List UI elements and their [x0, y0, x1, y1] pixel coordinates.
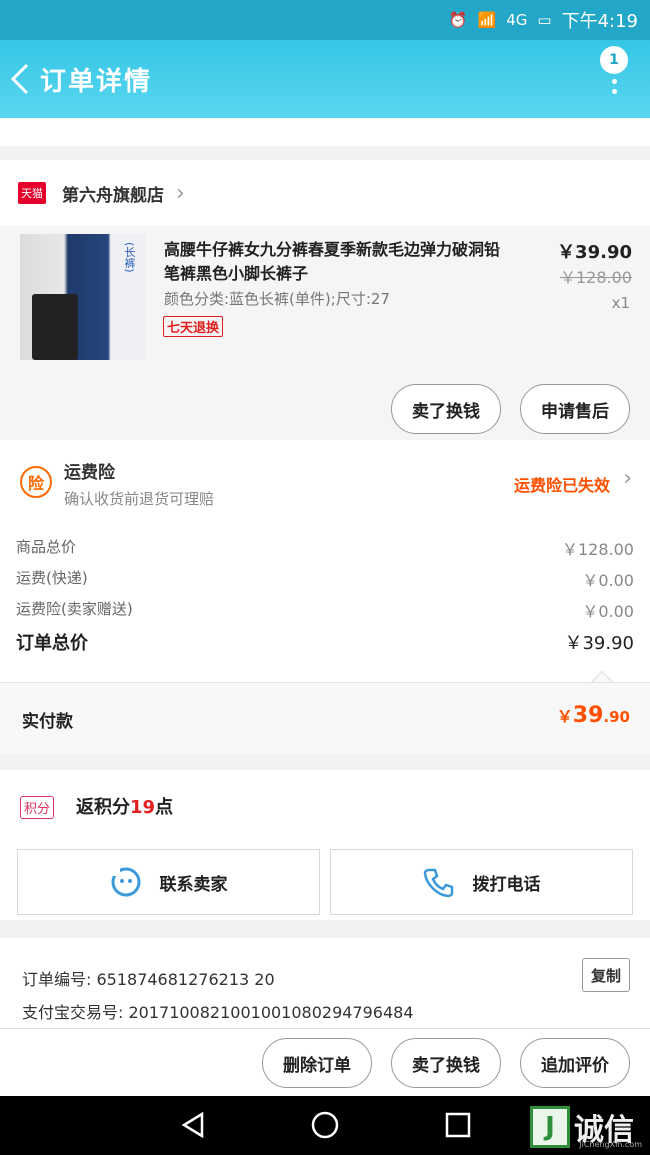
alipay-trade-number: 支付宝交易号: 2017100821001001080294796484: [22, 1003, 414, 1022]
page-title: 订单详情: [40, 66, 153, 97]
cost-value: ￥0.00: [582, 602, 634, 621]
points-value: 19: [130, 797, 156, 818]
order-total-value: ￥39.90: [564, 633, 634, 654]
more-dot-icon: [611, 79, 617, 84]
wifi-icon: 📶: [477, 11, 497, 29]
chevron-right-icon: ›: [176, 180, 185, 206]
insurance-icon: 险: [20, 466, 52, 498]
bag-shape: [32, 294, 78, 360]
cost-value: ￥128.00: [562, 540, 634, 559]
paid-currency: ￥: [556, 707, 573, 726]
paid-decimal: .90: [603, 708, 630, 726]
delete-order-button[interactable]: 删除订单: [262, 1038, 372, 1088]
copy-button[interactable]: 复制: [582, 958, 630, 992]
insurance-title: 运费险: [64, 463, 115, 483]
product-sku: 颜色分类:蓝色长裤(单件);尺寸:27: [164, 290, 390, 308]
chevron-right-icon: ›: [623, 466, 632, 491]
points-icon: 积分: [20, 796, 55, 819]
call-phone-button[interactable]: 拨打电话: [330, 849, 633, 915]
alarm-icon: ⏰: [448, 11, 468, 29]
phone-icon: [423, 866, 455, 898]
notification-badge: 1: [600, 46, 628, 74]
square-recents-icon: [445, 1112, 471, 1138]
order-number: 订单编号: 651874681276213 20: [22, 970, 275, 989]
price-original: ￥128.00: [560, 268, 632, 287]
store-row[interactable]: 天猫 第六舟旗舰店 ›: [0, 160, 650, 226]
nav-recents-button[interactable]: [443, 1110, 473, 1144]
after-sales-button[interactable]: 申请售后: [520, 384, 630, 434]
cost-label: 运费(快递): [16, 569, 88, 587]
nav-home-button[interactable]: [310, 1110, 340, 1144]
order-info-section: 订单编号: 651874681276213 20 支付宝交易号: 2017100…: [0, 938, 650, 1028]
insurance-subtitle: 确认收货前退货可理赔: [64, 490, 215, 508]
cost-row: 商品总价 ￥128.00: [0, 536, 650, 567]
cost-value: ￥0.00: [582, 571, 634, 590]
order-total-row: 订单总价 ￥39.90: [0, 629, 650, 667]
paid-integer: 39: [572, 703, 604, 728]
battery-icon: ▭: [537, 11, 552, 29]
product-image-tag: (长裤): [123, 242, 136, 273]
cost-row: 运费(快递) ￥0.00: [0, 567, 650, 598]
top-strip: [0, 118, 650, 146]
network-label: 4G: [506, 11, 528, 29]
tmall-logo: 天猫: [18, 182, 46, 204]
paid-value: ￥39.90: [557, 703, 630, 728]
add-review-button[interactable]: 追加评价: [520, 1038, 630, 1088]
watermark-logo: J: [530, 1106, 570, 1148]
more-dot-icon: [611, 89, 617, 94]
contact-seller-label: 联系卖家: [159, 874, 228, 895]
return-policy-tag: 七天退换: [163, 316, 224, 337]
circle-home-icon: [311, 1111, 339, 1139]
cost-summary: 商品总价 ￥128.00 运费(快递) ￥0.00 运费险(卖家赠送) ￥0.0…: [0, 522, 650, 694]
product-image[interactable]: (长裤): [20, 234, 146, 360]
cost-label: 运费险(卖家赠送): [16, 600, 133, 618]
more-menu-button[interactable]: 1: [598, 46, 630, 112]
store-name: 第六舟旗舰店: [62, 185, 164, 206]
paid-label: 实付款: [22, 712, 73, 732]
insurance-status: 运费险已失效: [513, 476, 610, 495]
freight-insurance-row[interactable]: 险 运费险 确认收货前退货可理赔 运费险已失效 ›: [0, 440, 650, 522]
watermark-subtext: JiChengXin.com: [579, 1140, 642, 1149]
triangle-back-icon: [181, 1111, 204, 1139]
product-title: 高腰牛仔裤女九分裤春夏季新款毛边弹力破洞铅笔裤黑色小脚长裤子: [164, 240, 501, 283]
back-button[interactable]: [0, 40, 40, 118]
cost-label: 商品总价: [16, 538, 77, 556]
header: 订单详情 1: [0, 40, 650, 118]
order-total-label: 订单总价: [16, 633, 88, 654]
chevron-left-icon: [10, 63, 29, 95]
points-text: 返积分19点: [76, 793, 173, 819]
price-current: ￥39.90: [557, 242, 632, 263]
points-section: 积分 返积分19点 联系卖家 拨打电话: [0, 770, 650, 920]
sell-exchange-button[interactable]: 卖了换钱: [391, 1038, 501, 1088]
points-prefix: 返积分: [76, 797, 130, 818]
status-bar: ⏰ 📶 4G ▭ 下午4:19: [0, 0, 650, 40]
contact-seller-button[interactable]: 联系卖家: [17, 849, 320, 915]
bottom-action-bar: 删除订单 卖了换钱 追加评价: [0, 1028, 650, 1096]
status-time: 下午4:19: [561, 11, 638, 32]
nav-back-button[interactable]: [178, 1110, 208, 1144]
product-block[interactable]: (长裤) 高腰牛仔裤女九分裤春夏季新款毛边弹力破洞铅笔裤黑色小脚长裤子 颜色分类…: [0, 226, 650, 440]
points-suffix: 点: [155, 797, 174, 818]
sell-exchange-button[interactable]: 卖了换钱: [391, 384, 501, 434]
chat-bubble-icon: [110, 866, 142, 898]
paid-amount-row: 实付款 ￥39.90: [0, 682, 650, 754]
cost-row: 运费险(卖家赠送) ￥0.00: [0, 598, 650, 629]
quantity: x1: [611, 294, 630, 312]
call-phone-label: 拨打电话: [472, 874, 541, 895]
